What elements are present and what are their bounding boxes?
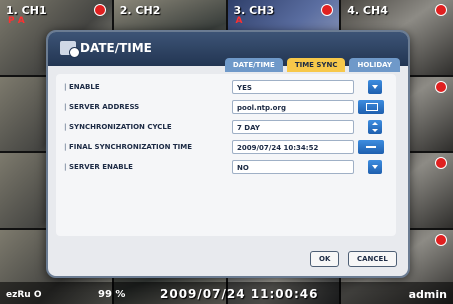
- alarm-icon: [435, 157, 447, 169]
- alarm-icon: [93, 4, 106, 16]
- alarm-icon: [321, 4, 334, 16]
- row-enable: ENABLE YES: [56, 80, 396, 96]
- hdd-usage: 99 %: [98, 289, 126, 300]
- dialog-title: DATE/TIME: [80, 41, 152, 55]
- tab-holiday[interactable]: HOLIDAY: [349, 58, 400, 72]
- camera-label: 2. CH2: [119, 4, 161, 17]
- ok-button[interactable]: OK: [310, 251, 340, 267]
- motion-indicator: A: [235, 16, 243, 26]
- enable-label: ENABLE: [64, 83, 100, 91]
- chevron-down-icon[interactable]: [368, 80, 382, 94]
- user-indicator[interactable]: admin: [409, 288, 447, 301]
- server-address-label: SERVER ADDRESS: [64, 103, 139, 111]
- datetime-dialog: DATE/TIME DATE/TIME TIME SYNC HOLIDAY EN…: [46, 30, 410, 278]
- clock-settings-icon: [60, 41, 80, 58]
- settings-panel: ENABLE YES SERVER ADDRESS pool.ntp.org S…: [56, 74, 396, 236]
- final-sync-time-value: 2009/07/24 10:34:52: [232, 140, 354, 154]
- keyboard-button[interactable]: [358, 100, 384, 114]
- alarm-icon: [435, 233, 447, 246]
- sync-cycle-label: SYNCHRONIZATION CYCLE: [64, 123, 172, 131]
- alarm-icon: [435, 80, 447, 93]
- tab-date-time[interactable]: DATE/TIME: [224, 58, 283, 72]
- row-final-sync-time: FINAL SYNCHRONIZATION TIME 2009/07/24 10…: [56, 140, 396, 156]
- keyboard-icon: [366, 103, 378, 111]
- tab-time-sync[interactable]: TIME SYNC: [286, 58, 346, 72]
- enable-select[interactable]: YES: [232, 80, 354, 94]
- status-left-text: ezRu O: [6, 290, 42, 300]
- up-down-arrows-icon[interactable]: [368, 120, 382, 134]
- row-server-enable: SERVER ENABLE NO: [56, 160, 396, 176]
- cancel-button[interactable]: CANCEL: [348, 251, 397, 267]
- clock-readout: 2009/07/24 11:00:46: [160, 287, 319, 301]
- tab-bar: DATE/TIME TIME SYNC HOLIDAY: [224, 58, 400, 72]
- status-bar: ezRu O 99 % 2009/07/24 11:00:46 admin: [0, 282, 453, 304]
- chevron-down-icon[interactable]: [368, 160, 382, 174]
- row-sync-cycle: SYNCHRONIZATION CYCLE 7 DAY: [56, 120, 396, 136]
- row-server-address: SERVER ADDRESS pool.ntp.org: [56, 100, 396, 116]
- sync-now-button[interactable]: [358, 140, 384, 154]
- alarm-icon: [435, 4, 447, 16]
- dash-icon: [366, 146, 376, 148]
- server-address-input[interactable]: pool.ntp.org: [232, 100, 354, 114]
- server-enable-select[interactable]: NO: [232, 160, 354, 174]
- camera-label: 4. CH4: [347, 4, 388, 17]
- motion-indicator: P A: [8, 16, 25, 26]
- server-enable-label: SERVER ENABLE: [64, 163, 133, 171]
- sync-cycle-stepper[interactable]: 7 DAY: [232, 120, 354, 134]
- dialog-header: DATE/TIME DATE/TIME TIME SYNC HOLIDAY: [48, 32, 408, 72]
- final-sync-time-label: FINAL SYNCHRONIZATION TIME: [64, 143, 192, 151]
